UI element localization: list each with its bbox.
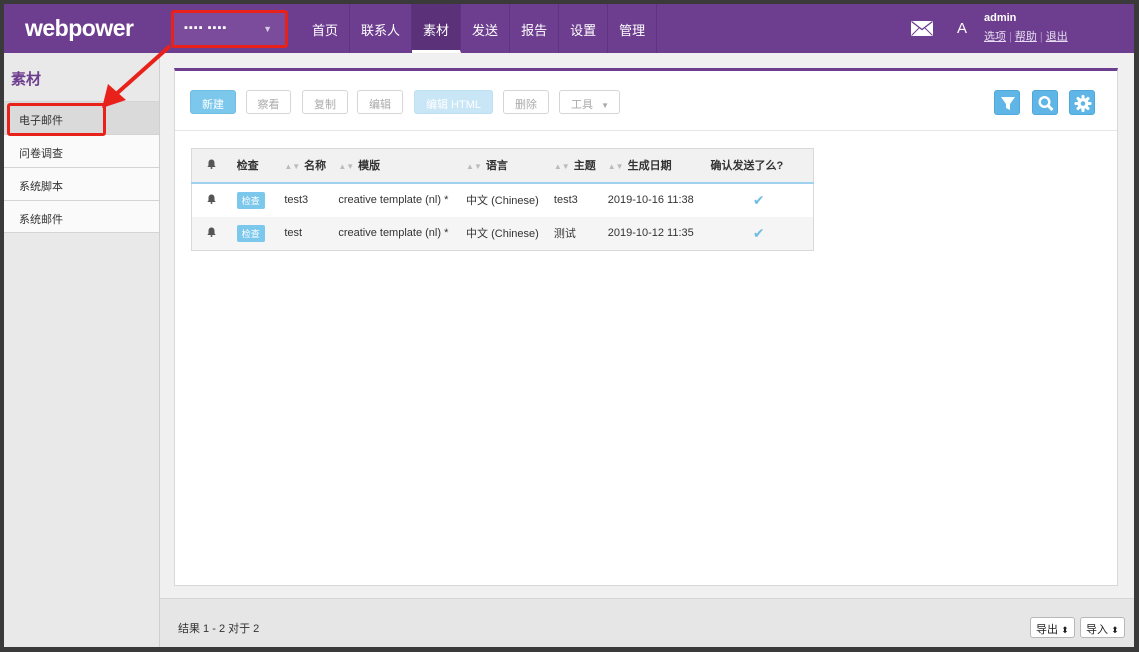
header-confirmed[interactable]: 确认发送了么?	[704, 148, 814, 184]
logout-link[interactable]: 退出	[1046, 31, 1068, 43]
sort-icon: ▲▼	[284, 162, 301, 172]
toolbar: 新建 察看 复制 编辑 编辑 HTML 删除 工具 ▼	[175, 71, 1117, 131]
row-name: test3	[284, 194, 309, 206]
sort-icon: ▲▼	[466, 162, 482, 172]
copy-button[interactable]: 复制	[302, 90, 348, 114]
row-created: 2019-10-16 11:38	[607, 194, 694, 206]
filter-icon	[1001, 97, 1015, 110]
row-subject: test3	[553, 194, 578, 206]
import-select[interactable]: 导入 ⬍	[1080, 617, 1125, 638]
row-created: 2019-10-12 11:35	[601, 216, 705, 251]
help-link[interactable]: 帮助	[1015, 31, 1037, 43]
nav-item-settings[interactable]: 设置	[559, 4, 609, 53]
user-links: 选项 | 帮助 | 退出	[984, 31, 1068, 43]
row-subject: 测试	[547, 216, 602, 251]
checkmark-icon: ✔	[752, 191, 765, 208]
row-check: 检查	[230, 216, 279, 251]
table-header-row: 检查 ▲▼ 名称 ▲▼ 模版 ▲▼ 语言 ▲▼ 主题 ▲▼ 生成日期 确认发送了么?	[191, 148, 814, 184]
filter-button[interactable]	[994, 90, 1020, 115]
row-name: test	[278, 216, 333, 251]
nav-item-home[interactable]: 首页	[301, 4, 351, 53]
header-subject[interactable]: ▲▼ 主题	[547, 148, 602, 184]
row-template: creative template (nl) *	[332, 216, 461, 251]
check-badge[interactable]: 检查	[236, 191, 265, 209]
view-button[interactable]: 察看	[246, 90, 291, 114]
export-select[interactable]: 导出 ⬍	[1030, 617, 1075, 638]
font-size-toggle[interactable]: A	[957, 20, 967, 37]
row-confirmed: ✔	[704, 216, 814, 251]
row-notification	[191, 216, 231, 251]
up-down-icon: ⬍	[1061, 625, 1069, 635]
sidebar: 素材 电子邮件 问卷调查 系统脚本 系统邮件	[4, 53, 160, 647]
sidebar-title: 素材	[11, 71, 42, 88]
bell-icon	[207, 227, 216, 237]
account-selector[interactable]: ▪▪▪▪ ▪▪▪▪ ▼	[171, 10, 288, 48]
gear-icon	[1074, 95, 1092, 112]
annotation-arrow-icon	[102, 44, 172, 108]
chevron-down-icon: ▼	[263, 24, 273, 34]
table-row[interactable]: 检查 test creative template (nl) * 中文 (Chi…	[191, 216, 814, 251]
account-selector-label: ▪▪▪▪ ▪▪▪▪	[184, 22, 228, 34]
nav-item-reports[interactable]: 报告	[510, 4, 560, 53]
settings-button[interactable]	[1069, 90, 1095, 115]
search-button[interactable]	[1032, 90, 1058, 115]
checkmark-icon: ✔	[752, 224, 765, 241]
main-nav: 首页 联系人 素材 发送 报告 设置 管理	[301, 4, 658, 53]
sidebar-item-system-scripts[interactable]: 系统脚本	[4, 167, 159, 200]
table-row[interactable]: 检查 test3 creative template (nl) * 中文 (Ch…	[192, 183, 814, 217]
app-window: webpower ▪▪▪▪ ▪▪▪▪ ▼ 首页 联系人 素材 发送 报告 设置 …	[4, 4, 1134, 647]
sidebar-item-system-emails[interactable]: 系统邮件	[4, 200, 159, 233]
nav-item-admin[interactable]: 管理	[608, 4, 658, 53]
row-template: creative template (nl) *	[338, 194, 449, 206]
results-count: 结果 1 - 2 对于 2	[178, 623, 260, 635]
row-confirmed: ✔	[705, 183, 814, 217]
options-link[interactable]: 选项	[984, 31, 1006, 43]
row-language: 中文 (Chinese)	[460, 216, 548, 251]
search-icon	[1038, 95, 1054, 112]
row-notification	[192, 183, 231, 217]
row-check: 检查	[231, 183, 279, 217]
header-created[interactable]: ▲▼ 生成日期	[601, 148, 705, 184]
edit-html-button[interactable]: 编辑 HTML	[414, 90, 493, 114]
sort-icon: ▲▼	[553, 162, 570, 172]
nav-item-send[interactable]: 发送	[461, 4, 511, 53]
sidebar-item-survey[interactable]: 问卷调查	[4, 134, 159, 167]
header-template[interactable]: ▲▼ 模版	[332, 148, 461, 184]
user-name: admin	[984, 12, 1017, 24]
footer-bar: 结果 1 - 2 对于 2 导出 ⬍ 导入 ⬍	[160, 598, 1134, 647]
sort-icon: ▲▼	[338, 162, 355, 172]
highlight-box-email	[7, 103, 106, 136]
content-panel: 新建 察看 复制 编辑 编辑 HTML 删除 工具 ▼ 检查 ▲▼ 名称 ▲▼ …	[174, 68, 1118, 586]
sort-icon: ▲▼	[607, 162, 624, 172]
header-language[interactable]: ▲▼ 语言	[460, 148, 548, 184]
tools-dropdown[interactable]: 工具 ▼	[559, 90, 620, 114]
mail-icon[interactable]	[911, 21, 933, 36]
up-down-icon: ⬍	[1111, 625, 1119, 635]
row-language: 中文 (Chinese)	[466, 195, 539, 207]
edit-button[interactable]: 编辑	[357, 90, 403, 114]
export-label: 导出	[1036, 624, 1058, 636]
bell-icon	[207, 159, 216, 169]
bell-icon	[207, 194, 216, 204]
nav-item-contacts[interactable]: 联系人	[350, 4, 413, 53]
email-table: 检查 ▲▼ 名称 ▲▼ 模版 ▲▼ 语言 ▲▼ 主题 ▲▼ 生成日期 确认发送了么? 检查…	[191, 148, 814, 251]
check-badge[interactable]: 检查	[236, 224, 265, 242]
header-notification	[191, 148, 231, 184]
tools-dropdown-label: 工具	[571, 99, 593, 111]
header-name[interactable]: ▲▼ 名称	[278, 148, 333, 184]
new-button[interactable]: 新建	[190, 90, 236, 114]
chevron-down-icon: ▼	[601, 101, 609, 110]
import-label: 导入	[1086, 624, 1108, 636]
nav-item-content[interactable]: 素材	[412, 4, 462, 53]
delete-button[interactable]: 删除	[503, 90, 549, 114]
header-check[interactable]: 检查	[230, 148, 279, 184]
